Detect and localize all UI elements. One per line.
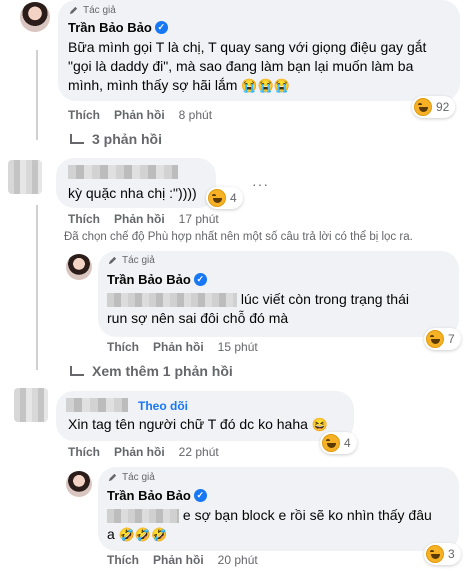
see-more-replies-link[interactable]: Xem thêm 1 phản hồi — [70, 363, 233, 379]
haha-reaction-icon — [322, 434, 340, 452]
avatar[interactable] — [14, 388, 48, 422]
like-button[interactable]: Thích — [107, 553, 139, 567]
comment-actions: Thích Phản hồi 22 phút — [68, 445, 219, 459]
comment-actions: Thích Phản hồi 17 phút — [68, 212, 219, 226]
author-name[interactable]: Trần Bảo Bảo ✓ — [107, 272, 207, 287]
reply-arrow-icon — [70, 366, 84, 376]
timestamp[interactable]: 15 phút — [218, 340, 258, 354]
like-button[interactable]: Thích — [68, 212, 100, 226]
author-tag: Tác giả — [107, 472, 155, 483]
haha-reaction-icon — [414, 98, 432, 116]
comment-text: Xin tag tên người chữ T đó dc ko haha 😆 — [68, 416, 328, 432]
author-tag: Tác giả — [107, 255, 155, 266]
verified-badge-icon: ✓ — [193, 273, 207, 286]
verified-badge-icon: ✓ — [193, 489, 207, 502]
reply-button[interactable]: Phản hồi — [153, 340, 204, 354]
comment-actions: Thích Phản hồi 20 phút — [107, 553, 258, 567]
reaction-summary[interactable]: 3 — [424, 543, 461, 565]
more-options-icon[interactable]: ··· — [252, 176, 269, 192]
reply-button[interactable]: Phản hồi — [114, 108, 165, 122]
comment-actions: Thích Phản hồi 8 phút — [68, 108, 212, 122]
crying-emoji: 😭😭😭 — [241, 78, 290, 93]
avatar[interactable] — [20, 2, 50, 32]
tagged-name-blurred — [107, 293, 237, 308]
timestamp[interactable]: 8 phút — [179, 108, 212, 122]
avatar[interactable] — [8, 160, 42, 194]
timestamp[interactable]: 17 phút — [179, 212, 219, 226]
avatar[interactable] — [66, 254, 92, 280]
filter-notice: Đã chọn chế độ Phù hợp nhất nên một số c… — [64, 231, 413, 243]
verified-badge-icon: ✓ — [154, 21, 168, 34]
thread-line — [36, 205, 38, 370]
author-name-blurred — [68, 165, 178, 179]
reaction-summary[interactable]: 92 — [412, 96, 456, 118]
like-button[interactable]: Thích — [68, 108, 100, 122]
comment-text: lúc viết còn trong trạng thái run sợ nên… — [107, 291, 409, 326]
thread-line — [36, 50, 38, 140]
reply-arrow-icon — [70, 134, 84, 144]
pen-icon — [69, 6, 78, 15]
author-name[interactable]: Trần Bảo Bảo ✓ — [107, 488, 207, 503]
timestamp[interactable]: 22 phút — [179, 445, 219, 459]
reply-button[interactable]: Phản hồi — [114, 445, 165, 459]
avatar[interactable] — [66, 471, 92, 497]
laughing-emoji: 😆 — [311, 417, 328, 432]
like-button[interactable]: Thích — [107, 340, 139, 354]
reaction-summary[interactable]: 4 — [320, 432, 357, 454]
comment-text: kỳ quặc nha chị :")))) — [68, 185, 197, 201]
rofl-emoji: 🤣🤣🤣 — [118, 527, 168, 542]
author-tag: Tác giả — [68, 5, 116, 16]
reply-button[interactable]: Phản hồi — [153, 553, 204, 567]
pen-icon — [108, 256, 117, 265]
haha-reaction-icon — [426, 545, 444, 563]
author-name[interactable]: Trần Bảo Bảo ✓ — [68, 20, 168, 35]
tagged-name-blurred — [107, 509, 179, 524]
haha-reaction-icon — [208, 189, 226, 207]
reply-button[interactable]: Phản hồi — [114, 212, 165, 226]
reaction-summary[interactable]: 4 — [206, 187, 243, 209]
reaction-summary[interactable]: 7 — [424, 328, 461, 350]
timestamp[interactable]: 20 phút — [218, 553, 258, 567]
author-name-blurred — [66, 398, 128, 412]
comment-text: e sợ bạn block e rồi sẽ ko nhìn thấy đâu… — [107, 507, 432, 542]
comment-actions: Thích Phản hồi 15 phút — [107, 340, 258, 354]
comment-text: Bữa mình gọi T là chị, T quay sang với g… — [68, 39, 427, 93]
pen-icon — [108, 473, 117, 482]
like-button[interactable]: Thích — [68, 445, 100, 459]
haha-reaction-icon — [426, 330, 444, 348]
follow-button[interactable]: Theo dõi — [138, 399, 188, 413]
view-replies-link[interactable]: 3 phản hồi — [70, 131, 162, 147]
